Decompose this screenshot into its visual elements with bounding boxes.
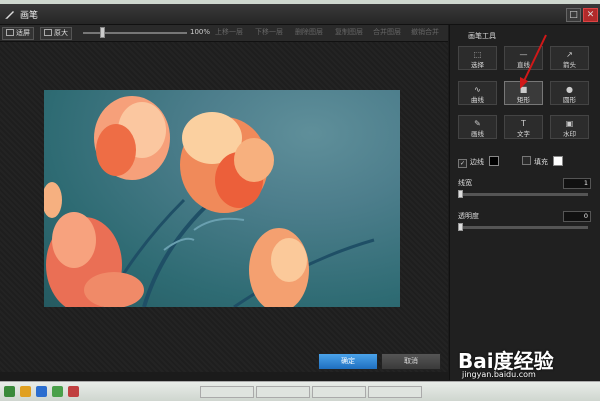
close-button[interactable]: ✕	[583, 8, 598, 22]
zoom-value: 100%	[190, 28, 211, 36]
fill-label: 填充	[534, 158, 548, 166]
brush-icon: ✎	[474, 119, 481, 128]
zoom-slider-thumb[interactable]	[100, 27, 105, 38]
line-width-slider-thumb[interactable]	[458, 190, 463, 198]
taskbar-folder-icon[interactable]	[20, 386, 31, 397]
line-width-label: 线宽	[458, 179, 472, 187]
title-bar: 画笔 □ ✕	[0, 4, 600, 25]
tool-select-label: 选择	[471, 61, 484, 69]
tool-text-label: 文字	[517, 130, 530, 138]
edited-photo[interactable]	[44, 90, 400, 307]
taskbar-browser-icon[interactable]	[36, 386, 47, 397]
tool-circle-label: 圆形	[563, 96, 576, 104]
tool-brush-label: 画线	[471, 130, 484, 138]
fill-checkbox[interactable]: 填充	[522, 156, 564, 167]
border-checkbox[interactable]: ✓ 边线	[458, 156, 500, 168]
window-title: 画笔	[20, 11, 39, 21]
taskbar-app2-icon[interactable]	[52, 386, 63, 397]
watermark-url: jingyan.baidu.com	[462, 370, 536, 379]
confirm-button[interactable]: 确定	[318, 353, 378, 370]
close-icon: ✕	[586, 10, 595, 20]
delete-layer-button[interactable]: 删除图层	[292, 27, 326, 38]
toolbar: 适屏 原大 100% 上移一层 下移一层 删除图层 复制图层 合并图层 撤销合并	[0, 25, 448, 42]
copy-layer-button[interactable]: 复制图层	[332, 27, 366, 38]
tool-rectangle-label: 矩形	[517, 96, 530, 104]
tool-brush[interactable]: ✎ 画线	[458, 115, 497, 139]
arrow-icon: ↗	[566, 50, 573, 59]
line-width-slider[interactable]	[458, 193, 588, 196]
tool-stamp-label: 水印	[563, 130, 576, 138]
tool-arrow-label: 箭头	[563, 61, 576, 69]
border-color-swatch[interactable]	[489, 156, 500, 166]
cancel-button[interactable]: 取消	[381, 353, 441, 370]
photo-flowers	[44, 96, 375, 307]
pen-icon	[5, 11, 14, 19]
fit-screen-label: 适屏	[16, 29, 30, 37]
fit-screen-button[interactable]: 适屏	[2, 27, 34, 40]
panel-title: 画笔工具	[468, 32, 496, 40]
maximize-icon: □	[569, 10, 578, 20]
tool-circle[interactable]: ● 圆形	[550, 81, 589, 105]
taskbar-window-tab[interactable]	[312, 386, 366, 398]
annotation-arrow-icon	[520, 34, 547, 89]
tool-curve-label: 曲线	[471, 96, 484, 104]
taskbar-window-tab[interactable]	[368, 386, 422, 398]
check-icon: ✓	[458, 159, 467, 168]
taskbar-app-icon[interactable]	[4, 386, 15, 397]
circle-icon: ●	[566, 85, 573, 94]
stamp-icon: ▣	[565, 119, 574, 128]
border-label: 边线	[470, 158, 484, 166]
original-size-label: 原大	[54, 29, 68, 37]
taskbar-app3-icon[interactable]	[68, 386, 79, 397]
original-size-button[interactable]: 原大	[40, 27, 72, 40]
tool-arrow[interactable]: ↗ 箭头	[550, 46, 589, 70]
fill-color-swatch[interactable]	[553, 156, 564, 166]
original-size-icon	[44, 29, 52, 36]
line-width-input[interactable]: 1	[563, 178, 591, 189]
taskbar-window-tab[interactable]	[256, 386, 310, 398]
maximize-button[interactable]: □	[566, 8, 581, 22]
zoom-slider[interactable]	[83, 32, 187, 34]
opacity-label: 透明度	[458, 212, 479, 220]
taskbar	[0, 381, 600, 401]
select-icon: ⬚	[473, 50, 482, 59]
fit-screen-icon	[6, 29, 14, 36]
opacity-input[interactable]: 0	[563, 211, 591, 222]
curve-icon: ∿	[474, 85, 481, 94]
move-down-layer-button[interactable]: 下移一层	[252, 27, 286, 38]
tool-curve[interactable]: ∿ 曲线	[458, 81, 497, 105]
tool-select[interactable]: ⬚ 选择	[458, 46, 497, 70]
brush-tools-panel: 画笔工具 ⬚ 选择 — 直线 ↗ 箭头 ∿ 曲线 ■ 矩形 ● 圆形 ✎ 画线 T 文字 ▣ 水印…	[449, 25, 600, 380]
taskbar-window-tab[interactable]	[200, 386, 254, 398]
text-icon: T	[521, 119, 526, 128]
tool-text[interactable]: T 文字	[504, 115, 543, 139]
undo-merge-button[interactable]: 撤销合并	[408, 27, 442, 38]
unchecked-box-icon	[522, 156, 531, 165]
opacity-slider[interactable]	[458, 226, 588, 229]
merge-layer-button[interactable]: 合并图层	[370, 27, 404, 38]
opacity-slider-thumb[interactable]	[458, 223, 463, 231]
tool-stamp[interactable]: ▣ 水印	[550, 115, 589, 139]
move-up-layer-button[interactable]: 上移一层	[212, 27, 246, 38]
